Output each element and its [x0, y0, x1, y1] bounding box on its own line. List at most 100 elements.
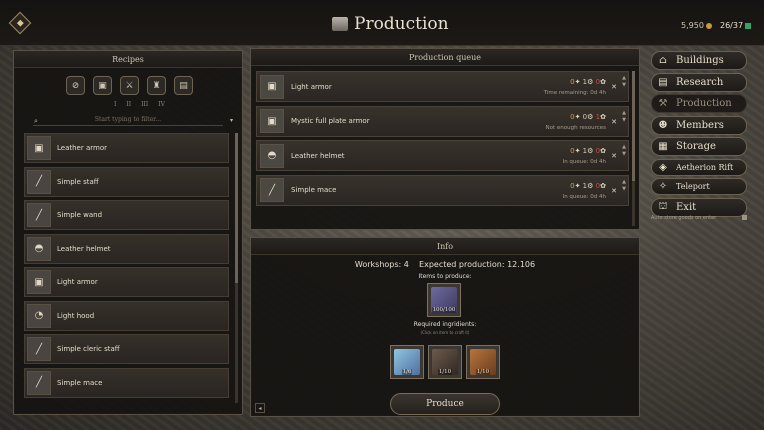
queue-item-name: Mystic full plate armor — [291, 117, 370, 125]
queue-item-name: Simple mace — [291, 186, 337, 194]
recipe-label: Leather helmet — [57, 244, 111, 253]
menu-label: Buildings — [676, 55, 724, 66]
reorder-arrows-icon[interactable]: ▲ ▼ — [622, 144, 626, 158]
population-value: 26/37 — [720, 21, 744, 30]
production-queue-panel: Production queue ▣ Light armor 0✦ 1⚙ 0✿ … — [250, 48, 640, 230]
gold-counter: 5,950 — [681, 21, 712, 30]
production-stats: Workshops: 4 Expected production: 12.106 — [251, 260, 639, 269]
buildings-icon: ⌂ — [659, 55, 667, 66]
ingredient-slot[interactable]: 1/10 — [466, 345, 500, 379]
queue-cost: 0✦ 1⚙ 0✿ — [570, 78, 606, 86]
menu-label: Exit — [676, 201, 697, 213]
recipes-scrollbar[interactable] — [235, 133, 238, 403]
queue-status: Not enough resources — [545, 124, 606, 131]
light-armor-icon: ▣ — [260, 74, 284, 99]
remove-icon[interactable]: ✕ — [611, 152, 617, 160]
members-icon: ☻ — [658, 119, 668, 131]
menu-research[interactable]: ▤ Research — [651, 72, 747, 92]
recipes-title: Recipes — [14, 51, 242, 68]
queue-row[interactable]: ▣ Mystic full plate armor 0✦ 0⚙ 1✿ Not e… — [256, 105, 629, 137]
queue-cost: 0✦ 1⚙ 0✿ — [570, 147, 606, 155]
tier-1[interactable]: I — [114, 101, 116, 108]
menu-buildings[interactable]: ⌂ Buildings — [651, 51, 747, 70]
anvil-icon — [332, 17, 348, 31]
recipe-label: Simple cleric staff — [57, 345, 120, 353]
menu-label: Members — [676, 119, 724, 131]
side-menu: ⌂ Buildings ▤ Research ⚒ Production ☻ Member… — [651, 51, 747, 219]
autostore-label: Auto store goods on enter — [651, 215, 717, 221]
ingredient-value: 1/10 — [475, 369, 491, 375]
autostore-checkbox[interactable] — [742, 215, 747, 220]
teleport-icon: ✧ — [658, 181, 668, 192]
queue-status: In queue: 0d 4h — [562, 159, 606, 165]
mace-icon: ╱ — [27, 370, 51, 395]
recipe-item[interactable]: ◓ Leather helmet — [24, 233, 229, 264]
cleric-staff-icon: ╱ — [27, 337, 51, 361]
ingredients-hint: (Click on item to craft it) — [420, 330, 470, 335]
mace-icon: ╱ — [260, 178, 284, 202]
rift-icon: ◈ — [659, 161, 667, 173]
tier-2[interactable]: II — [126, 101, 131, 108]
queue-row[interactable]: ╱ Simple mace 0✦ 1⚙ 0✿ In queue: 0d 4h ✕… — [256, 174, 629, 206]
recipe-item[interactable]: ╱ Simple mace — [24, 367, 229, 398]
expected-production-label: Expected production: 12.106 — [419, 260, 536, 269]
recipe-label: Simple mace — [57, 378, 103, 387]
recipe-item[interactable]: ◔ Light hood — [24, 300, 229, 331]
remove-icon[interactable]: ✕ — [611, 118, 617, 126]
reorder-arrows-icon[interactable]: ▲ ▼ — [622, 110, 626, 124]
menu-aetherion-rift[interactable]: ◈ Aetherion Rift — [651, 158, 747, 176]
ingredient-slot[interactable]: 1/6 — [390, 345, 424, 379]
reorder-arrows-icon[interactable]: ▲ ▼ — [622, 75, 626, 89]
gold-value: 5,950 — [681, 21, 704, 30]
no-filter-icon[interactable]: ⊘ — [66, 76, 85, 95]
storage-icon: ▦ — [658, 141, 668, 152]
crest-icon[interactable]: ◆ — [8, 11, 32, 35]
recipe-item[interactable]: ╱ Simple wand — [24, 200, 229, 230]
tier-3[interactable]: III — [141, 101, 148, 108]
menu-members[interactable]: ☻ Members — [651, 115, 747, 135]
menu-label: Research — [676, 76, 724, 88]
armor-icon[interactable]: ▣ — [93, 76, 112, 95]
ingredient-value: 1/10 — [437, 369, 453, 375]
recipe-search-input[interactable]: ⌕ Start typing to filter... ▾ — [33, 114, 233, 126]
queue-item-name: Leather helmet — [291, 151, 345, 160]
page-title: Production — [354, 14, 449, 34]
search-icon: ⌕ — [34, 117, 38, 125]
queue-scrollbar[interactable] — [632, 71, 635, 226]
queue-row[interactable]: ▣ Light armor 0✦ 1⚙ 0✿ Time remaining: 0… — [256, 71, 629, 102]
items-to-produce-label: Items to produce: — [418, 273, 472, 280]
weapon-icon[interactable]: ⚔ — [120, 76, 139, 95]
collapse-icon[interactable]: ◂ — [255, 403, 265, 413]
reorder-arrows-icon[interactable]: ▲ ▼ — [622, 179, 626, 193]
workshops-label: Workshops: 4 — [354, 260, 409, 269]
scroll-icon[interactable]: ▤ — [174, 76, 193, 95]
top-bar: ◆ Production 5,950 26/37 — [0, 0, 764, 46]
menu-production[interactable]: ⚒ Production — [651, 94, 747, 113]
recipe-item[interactable]: ▣ Light armor — [24, 267, 229, 297]
hood-icon: ◔ — [27, 303, 51, 328]
menu-storage[interactable]: ▦ Storage — [651, 137, 747, 156]
remove-icon[interactable]: ✕ — [611, 83, 617, 91]
helmet-icon: ◓ — [27, 236, 51, 261]
produce-item-slot[interactable]: 100/100 — [427, 283, 461, 317]
tier-filters: I II III IV — [114, 101, 165, 108]
queue-title: Production queue — [251, 49, 639, 66]
menu-exit[interactable]: ⛫ Exit — [651, 197, 747, 217]
menu-teleport[interactable]: ✧ Teleport — [651, 178, 747, 195]
produce-button[interactable]: Produce — [390, 393, 500, 415]
queue-list: ▣ Light armor 0✦ 1⚙ 0✿ Time remaining: 0… — [256, 71, 629, 209]
tier-4[interactable]: IV — [158, 101, 165, 108]
search-placeholder: Start typing to filter... — [94, 116, 162, 123]
recipe-item[interactable]: ╱ Simple cleric staff — [24, 334, 229, 364]
recipe-filters: ⊘ ▣ ⚔ ♜ ▤ — [66, 76, 193, 95]
remove-icon[interactable]: ✕ — [611, 187, 617, 195]
dropdown-icon[interactable]: ▾ — [230, 115, 233, 127]
ingredients-label: Required ingridients: — [413, 321, 477, 328]
recipe-label: Leather armor — [57, 144, 107, 152]
queue-row[interactable]: ◓ Leather helmet 0✦ 1⚙ 0✿ In queue: 0d 4… — [256, 140, 629, 171]
ingredient-slot[interactable]: 1/10 — [428, 345, 462, 379]
trinket-icon[interactable]: ♜ — [147, 76, 166, 95]
recipe-item[interactable]: ╱ Simple staff — [24, 166, 229, 197]
queue-status: In queue: 0d 4h — [562, 193, 606, 200]
recipe-item[interactable]: ▣ Leather armor — [24, 133, 229, 163]
